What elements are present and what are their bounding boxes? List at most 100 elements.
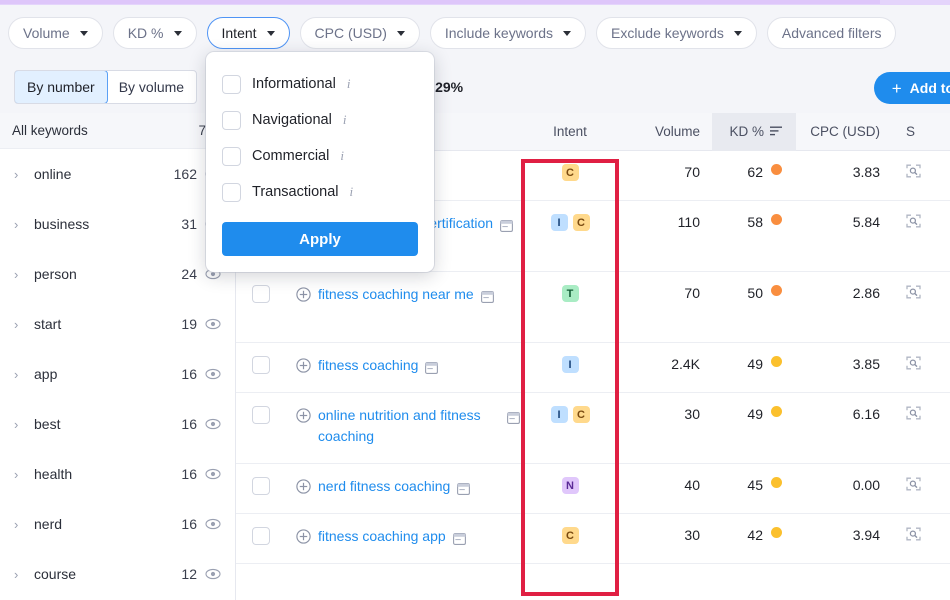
filter-label: KD %	[127, 25, 164, 41]
serp-cell[interactable]	[892, 514, 950, 544]
keyword-link[interactable]: fitness coaching near me	[318, 284, 474, 309]
chevron-right-icon: ›	[14, 216, 19, 232]
intent-option-checkbox[interactable]	[222, 146, 241, 166]
eye-icon[interactable]	[205, 466, 221, 482]
serp-preview-icon[interactable]	[906, 356, 921, 373]
chevron-right-icon: ›	[14, 416, 19, 432]
table-row[interactable]: nerd fitness coaching N 40 45 0.00	[236, 464, 950, 514]
kd-difficulty-dot	[771, 527, 782, 538]
eye-icon[interactable]	[205, 516, 221, 532]
filter-volume-button[interactable]: Volume	[8, 17, 103, 49]
chevron-right-icon: ›	[14, 516, 19, 532]
filter-exclude-keywords-button[interactable]: Exclude keywords	[596, 17, 757, 49]
sidebar-item-count: 16	[181, 466, 197, 482]
th-kd[interactable]: KD %	[712, 113, 796, 151]
intent-option-navigational[interactable]: Navigational i	[206, 102, 434, 138]
apply-button[interactable]: Apply	[222, 222, 418, 256]
th-kd-label: KD %	[729, 124, 764, 139]
sidebar-item-app[interactable]: › app 16	[0, 349, 235, 399]
info-icon[interactable]: i	[340, 148, 344, 164]
info-icon[interactable]: i	[343, 112, 347, 128]
keyword-link[interactable]: nerd fitness coaching	[318, 476, 450, 501]
row-checkbox-cell[interactable]	[236, 272, 276, 303]
sidebar-item-person[interactable]: › person 24	[0, 249, 235, 299]
eye-icon[interactable]	[205, 566, 221, 582]
plus-icon: +	[891, 78, 902, 98]
intent-option-checkbox[interactable]	[222, 182, 241, 202]
filter-cpc-usd-button[interactable]: CPC (USD)	[299, 17, 420, 49]
serp-preview-icon[interactable]	[906, 477, 921, 494]
row-checkbox-cell[interactable]	[236, 514, 276, 545]
row-checkbox-cell[interactable]	[236, 464, 276, 495]
sidebar-item-label: nerd	[34, 516, 63, 532]
serp-cell[interactable]	[892, 272, 950, 302]
sidebar-item-business[interactable]: › business 31	[0, 199, 235, 249]
info-icon[interactable]: i	[350, 184, 354, 200]
kd-cell: 49	[712, 343, 796, 372]
intent-option-checkbox[interactable]	[222, 110, 241, 130]
filter-kd-button[interactable]: KD %	[112, 17, 197, 49]
serp-preview-icon[interactable]	[906, 214, 921, 231]
serp-cell[interactable]	[892, 201, 950, 231]
info-icon[interactable]: i	[347, 76, 351, 92]
intent-option-checkbox[interactable]	[222, 74, 241, 94]
toggle-by-volume[interactable]: By volume	[107, 71, 196, 103]
eye-icon[interactable]	[205, 316, 221, 332]
chevron-right-icon: ›	[14, 366, 19, 382]
serp-cell[interactable]	[892, 151, 950, 181]
table-row[interactable]: online nutrition and fitness coaching I C 3…	[236, 393, 950, 464]
sidebar-item-course[interactable]: › course 12	[0, 549, 235, 599]
serp-preview-icon[interactable]	[906, 164, 921, 181]
sidebar-item-start[interactable]: › start 19	[0, 299, 235, 349]
sidebar-item-online[interactable]: › online 162	[0, 149, 235, 199]
serp-cell[interactable]	[892, 343, 950, 373]
keyword-link[interactable]: fitness coaching	[318, 355, 418, 380]
serp-preview-icon[interactable]	[906, 406, 921, 423]
row-checkbox-cell[interactable]	[236, 343, 276, 374]
group-by-toggle[interactable]: By number By volume	[14, 70, 198, 104]
table-row[interactable]: fitness coaching app C 30 42 3.94	[236, 514, 950, 564]
chevron-right-icon: ›	[14, 466, 19, 482]
serp-preview-icon[interactable]	[906, 285, 921, 302]
th-cpc[interactable]: CPC (USD)	[796, 113, 892, 151]
th-intent[interactable]: Intent	[520, 113, 620, 151]
table-row[interactable]: fitness coaching near me T 70 50 2.86	[236, 272, 950, 343]
serp-cell[interactable]	[892, 464, 950, 494]
row-checkbox[interactable]	[252, 285, 270, 303]
sidebar-item-health[interactable]: › health 16	[0, 449, 235, 499]
kd-cell: 45	[712, 464, 796, 493]
intent-badge-C: C	[561, 164, 579, 181]
keyword-link[interactable]: fitness coaching app	[318, 526, 446, 551]
filter-include-keywords-button[interactable]: Include keywords	[429, 17, 587, 49]
sidebar-header-all-keywords[interactable]: All keywords 709	[0, 113, 235, 149]
filter-intent-button[interactable]: Intent	[206, 17, 290, 49]
row-checkbox[interactable]	[252, 527, 270, 545]
expand-keyword-icon[interactable]	[296, 355, 311, 380]
sidebar-item-best[interactable]: › best 16	[0, 399, 235, 449]
row-checkbox[interactable]	[252, 406, 270, 424]
keyword-link[interactable]: online nutrition and fitness coaching	[318, 405, 500, 447]
expand-keyword-icon[interactable]	[296, 526, 311, 551]
keyword-cell: nerd fitness coaching	[276, 464, 520, 501]
serp-cell[interactable]	[892, 393, 950, 423]
eye-icon[interactable]	[205, 416, 221, 432]
expand-keyword-icon[interactable]	[296, 284, 311, 309]
eye-icon[interactable]	[205, 366, 221, 382]
chevron-down-icon	[266, 30, 275, 36]
intent-option-transactional[interactable]: Transactional i	[206, 174, 434, 210]
row-checkbox-cell[interactable]	[236, 393, 276, 424]
row-checkbox[interactable]	[252, 477, 270, 495]
serp-preview-icon[interactable]	[906, 527, 921, 544]
th-volume[interactable]: Volume	[620, 113, 712, 151]
intent-option-commercial[interactable]: Commercial i	[206, 138, 434, 174]
add-to-button[interactable]: + Add to	[873, 72, 950, 104]
toggle-by-number[interactable]: By number	[15, 71, 108, 103]
th-serp[interactable]: S	[892, 113, 950, 151]
expand-keyword-icon[interactable]	[296, 405, 311, 447]
row-checkbox[interactable]	[252, 356, 270, 374]
filter-advanced-filters-button[interactable]: Advanced filters	[766, 17, 897, 49]
intent-option-informational[interactable]: Informational i	[206, 66, 434, 102]
expand-keyword-icon[interactable]	[296, 476, 311, 501]
table-row[interactable]: fitness coaching I 2.4K 49 3.85	[236, 343, 950, 393]
sidebar-item-nerd[interactable]: › nerd 16	[0, 499, 235, 549]
